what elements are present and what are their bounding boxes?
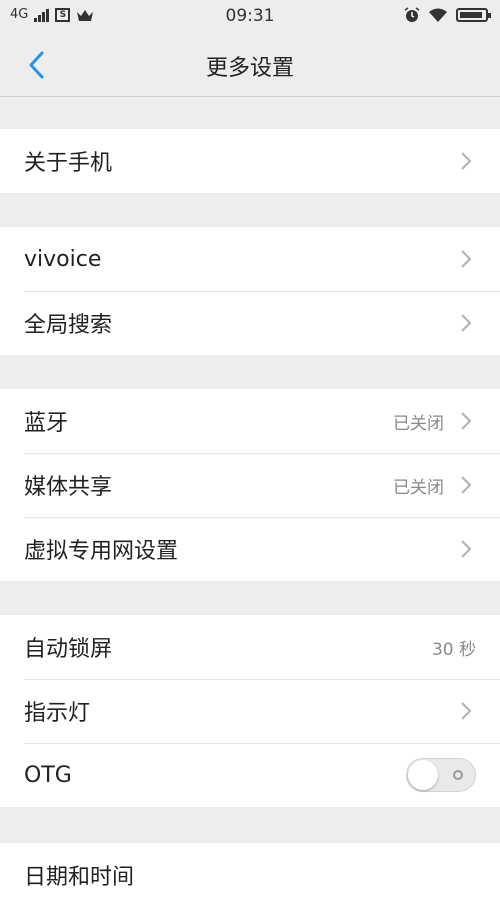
row-label: 全局搜索 (24, 313, 113, 338)
otg-toggle[interactable] (406, 758, 476, 792)
wifi-icon (429, 8, 447, 22)
title-bar: 更多设置 (0, 34, 500, 97)
row-indicator-light[interactable]: 指示灯 (0, 679, 500, 743)
row-date-time[interactable]: 日期和时间 (0, 843, 500, 907)
chevron-right-icon (461, 314, 472, 332)
row-label: 关于手机 (24, 151, 113, 176)
toggle-off-indicator-icon (453, 770, 463, 780)
chevron-right-icon (461, 540, 472, 558)
chevron-right-icon (461, 250, 472, 268)
settings-group-device: 自动锁屏 30 秒 指示灯 OTG (0, 615, 500, 807)
row-status-value: 30 秒 (431, 639, 476, 660)
row-bluetooth[interactable]: 蓝牙 已关闭 (0, 389, 500, 453)
row-label: 媒体共享 (24, 475, 113, 500)
battery-icon (456, 8, 491, 22)
row-auto-lock[interactable]: 自动锁屏 30 秒 (0, 615, 500, 679)
row-label: OTG (24, 762, 72, 788)
row-otg: OTG (0, 743, 500, 807)
row-media-sharing[interactable]: 媒体共享 已关闭 (0, 453, 500, 517)
row-vivoice[interactable]: vivoice (0, 227, 500, 291)
row-label: 虚拟专用网设置 (24, 539, 179, 564)
row-status-value: 已关闭 (393, 413, 444, 434)
status-bar: 4G S 09:31 (0, 0, 500, 34)
chevron-right-icon (461, 476, 472, 494)
status-right (404, 7, 491, 23)
row-label: vivoice (24, 246, 102, 272)
row-label: 蓝牙 (24, 411, 69, 436)
row-about-phone[interactable]: 关于手机 (0, 129, 500, 193)
settings-group-search: vivoice 全局搜索 (0, 227, 500, 355)
row-label: 自动锁屏 (24, 637, 113, 662)
chevron-right-icon (461, 412, 472, 430)
row-status-value: 已关闭 (393, 477, 444, 498)
page-title: 更多设置 (205, 56, 294, 81)
row-label: 指示灯 (24, 701, 91, 726)
chevron-right-icon (461, 702, 472, 720)
row-global-search[interactable]: 全局搜索 (0, 291, 500, 355)
settings-group-connectivity: 蓝牙 已关闭 媒体共享 已关闭 虚拟专用网设置 (0, 389, 500, 581)
row-label: 日期和时间 (24, 865, 135, 890)
toggle-knob (408, 760, 438, 790)
settings-group-about: 关于手机 (0, 129, 500, 193)
alarm-icon (404, 7, 420, 22)
chevron-right-icon (461, 152, 472, 170)
settings-group-datetime: 日期和时间 (0, 843, 500, 907)
row-vpn-settings[interactable]: 虚拟专用网设置 (0, 517, 500, 581)
